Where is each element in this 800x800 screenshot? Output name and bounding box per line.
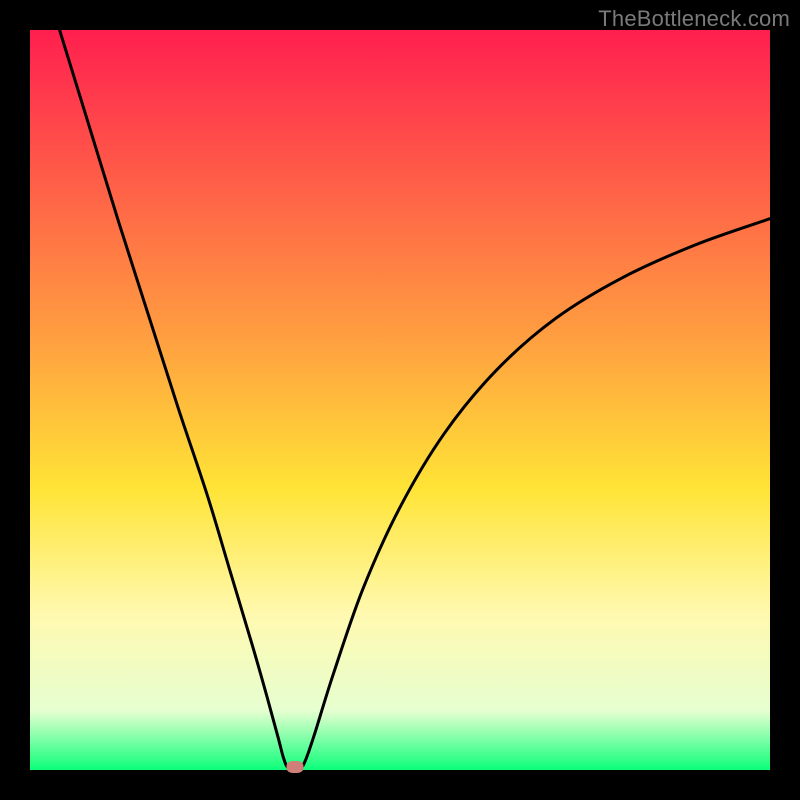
optimum-marker	[286, 761, 303, 773]
watermark-text: TheBottleneck.com	[598, 6, 790, 32]
plot-area	[30, 30, 770, 770]
chart-frame: TheBottleneck.com	[0, 0, 800, 800]
bottleneck-curve	[60, 30, 770, 770]
curve-layer	[30, 30, 770, 770]
